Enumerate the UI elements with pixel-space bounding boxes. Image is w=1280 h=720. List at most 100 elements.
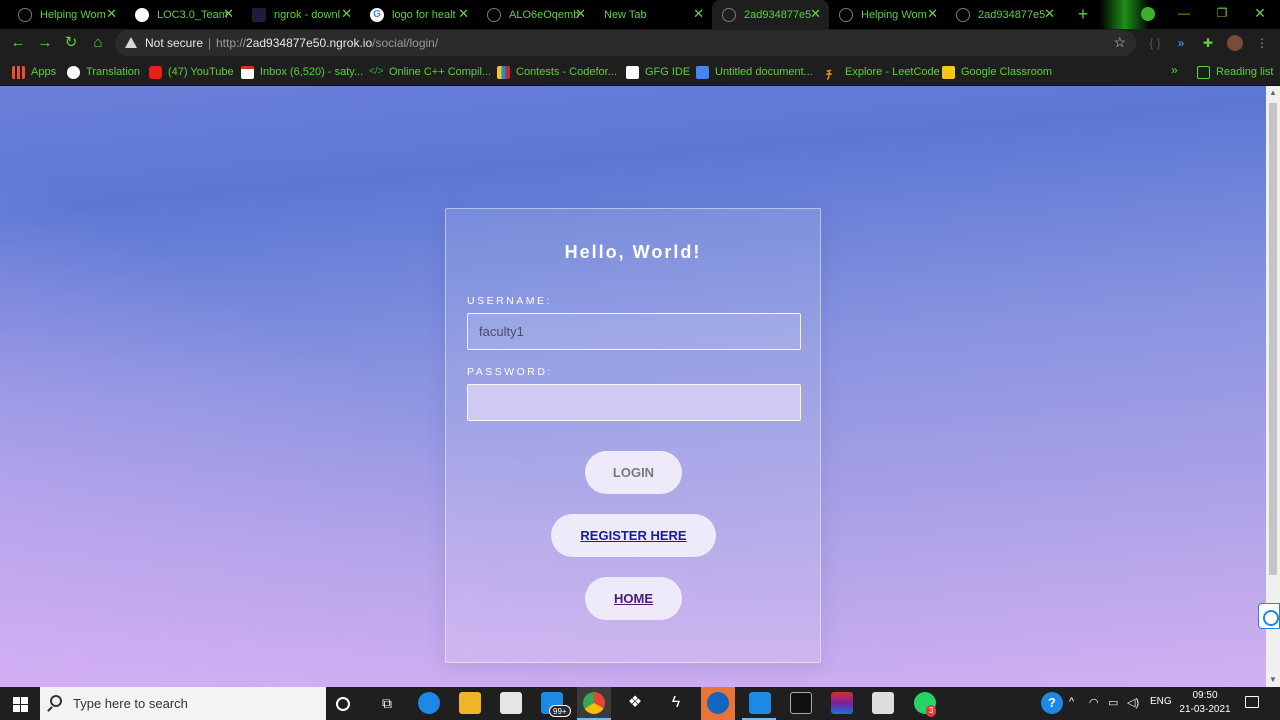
tab-2[interactable]: LOC3.0_Team ✕ — [125, 0, 242, 29]
menu-dots-icon[interactable]: ⋮ — [1254, 35, 1270, 51]
bookmark-gfg-ide[interactable]: GFG IDE — [626, 64, 690, 80]
minimize-button[interactable]: — — [1164, 0, 1204, 29]
security-status[interactable]: Not secure — [145, 36, 203, 50]
winrar-icon[interactable] — [831, 692, 853, 714]
password-label: PASSWORD: — [467, 366, 553, 378]
bookmark-codeforces[interactable]: Contests - Codefor... — [497, 64, 617, 80]
close-icon[interactable]: ✕ — [458, 7, 469, 21]
new-tab-button[interactable]: + — [1073, 4, 1093, 24]
bookmark-youtube[interactable]: (47) YouTube — [149, 64, 234, 80]
bookmark-apps[interactable]: Apps — [12, 64, 56, 80]
system-clock[interactable]: 09:50 21-03-2021 — [1178, 689, 1232, 717]
tab-3[interactable]: ngrok - downl ✕ — [242, 0, 360, 29]
reading-list[interactable]: Reading list — [1197, 64, 1273, 80]
address-bar[interactable]: Not secure | http://2ad934877e50.ngrok.i… — [115, 30, 1136, 56]
codeforces-icon — [497, 65, 510, 79]
register-button[interactable]: REGISTER HERE — [551, 514, 716, 557]
username-field[interactable] — [467, 313, 801, 350]
teamviewer-side-icon[interactable] — [1258, 603, 1280, 629]
wifi-icon[interactable]: ◠ — [1089, 696, 1099, 709]
scroll-thumb[interactable] — [1269, 103, 1277, 575]
url-text[interactable]: http://2ad934877e50.ngrok.io/social/logi… — [216, 36, 438, 50]
tab-title: Helping Wom — [40, 8, 106, 21]
classroom-icon — [942, 65, 955, 79]
tab-search-icon[interactable] — [1141, 7, 1155, 21]
close-icon[interactable]: ✕ — [341, 7, 352, 21]
google-icon: G — [370, 7, 384, 22]
bookmark-star-icon[interactable]: ☆ — [1113, 34, 1126, 51]
dropbox-icon[interactable]: ❖ — [624, 692, 646, 714]
close-icon[interactable]: ✕ — [575, 7, 586, 21]
home-icon[interactable]: ⌂ — [89, 34, 107, 52]
tab-8[interactable]: Helping Wom ✕ — [829, 0, 946, 29]
help-icon[interactable]: ? — [1041, 692, 1063, 714]
taskbar-search[interactable]: Type here to search — [40, 687, 326, 720]
extension-wave-icon[interactable]: » — [1173, 35, 1189, 51]
battery-icon[interactable]: ▭ — [1108, 696, 1118, 709]
tab-title: Helping Wom — [861, 8, 927, 21]
tab-9[interactable]: 2ad934877e5 ✕ — [946, 0, 1063, 29]
scroll-up-icon[interactable]: ▲ — [1266, 86, 1280, 100]
notepad-icon[interactable] — [872, 692, 894, 714]
edge-icon[interactable] — [418, 692, 440, 714]
globe-icon — [18, 7, 32, 22]
start-button[interactable] — [0, 687, 40, 720]
profile-avatar[interactable] — [1227, 35, 1243, 51]
chrome-icon[interactable] — [583, 692, 605, 714]
bookmark-label: Inbox (6,520) - saty... — [260, 66, 364, 78]
close-icon[interactable]: ✕ — [810, 7, 821, 21]
close-window-button[interactable]: ✕ — [1240, 0, 1280, 29]
task-view-icon[interactable]: ⧉ — [376, 692, 398, 714]
browser-toolbar: ← → ↻ ⌂ Not secure | http://2ad934877e50… — [0, 29, 1280, 57]
scroll-down-icon[interactable]: ▼ — [1266, 673, 1280, 687]
google-icon — [67, 65, 80, 79]
password-field[interactable] — [467, 384, 801, 421]
extension-brackets-icon[interactable]: { } — [1147, 35, 1163, 51]
bookmark-untitled-document[interactable]: Untitled document... — [696, 64, 813, 80]
tab-1[interactable]: Helping Wom ✕ — [8, 0, 125, 29]
teamviewer-icon[interactable] — [707, 692, 729, 714]
close-icon[interactable]: ✕ — [1044, 7, 1055, 21]
tray-chevron-icon[interactable]: ^ — [1069, 696, 1074, 708]
home-button[interactable]: HOME — [585, 577, 682, 620]
language-indicator[interactable]: ENG — [1150, 696, 1172, 707]
tab-5[interactable]: ALO6eOqemb ✕ — [477, 0, 594, 29]
windows-logo-tile — [21, 697, 28, 704]
file-explorer-icon[interactable] — [459, 692, 481, 714]
close-icon[interactable]: ✕ — [927, 7, 938, 21]
close-icon[interactable]: ✕ — [223, 7, 234, 21]
windows-logo-tile — [13, 697, 20, 704]
bookmark-cpp-compiler[interactable]: </> Online C++ Compil... — [369, 64, 491, 80]
tab-4[interactable]: G logo for healt ✕ — [360, 0, 477, 29]
reload-icon[interactable]: ↻ — [62, 34, 80, 52]
maximize-button[interactable]: ❐ — [1202, 0, 1242, 29]
whatsapp-badge: 3 — [926, 705, 937, 717]
tab-7-active[interactable]: 2ad934877e5 ✕ — [712, 0, 829, 29]
gmail-icon — [241, 65, 254, 79]
store-icon[interactable] — [500, 692, 522, 714]
bookmark-google-classroom[interactable]: Google Classroom — [942, 64, 1052, 80]
bookmarks-overflow-icon[interactable]: » — [1171, 63, 1178, 77]
bookmark-translation[interactable]: Translation — [67, 64, 140, 80]
terminal-icon[interactable] — [790, 692, 812, 714]
cortana-icon[interactable] — [336, 697, 350, 711]
bookmark-leetcode[interactable]: ﾁ Explore - LeetCode — [826, 64, 940, 82]
vscode-icon[interactable] — [749, 692, 771, 714]
youtube-icon — [149, 65, 162, 79]
extensions-puzzle-icon[interactable]: ✚ — [1200, 35, 1216, 51]
forward-icon[interactable]: → — [36, 34, 54, 52]
bookmark-gmail[interactable]: Inbox (6,520) - saty... — [241, 64, 363, 80]
login-button[interactable]: LOGIN — [585, 451, 682, 494]
username-label: USERNAME: — [467, 295, 552, 307]
login-heading: Hello, World! — [564, 242, 702, 262]
back-icon[interactable]: ← — [9, 34, 27, 52]
lightning-app-icon[interactable]: ϟ — [665, 692, 687, 714]
close-icon[interactable]: ✕ — [106, 7, 117, 21]
tab-6[interactable]: New Tab ✕ — [594, 0, 712, 29]
windows-logo-tile — [21, 705, 28, 712]
notification-center-icon[interactable] — [1245, 696, 1259, 708]
bookmarks-bar: Apps Translation (47) YouTube Inbox (6,5… — [0, 57, 1280, 86]
volume-icon[interactable]: ◁) — [1127, 696, 1139, 709]
close-icon[interactable]: ✕ — [693, 7, 704, 21]
page-scrollbar[interactable]: ▲ ▼ — [1266, 86, 1280, 687]
